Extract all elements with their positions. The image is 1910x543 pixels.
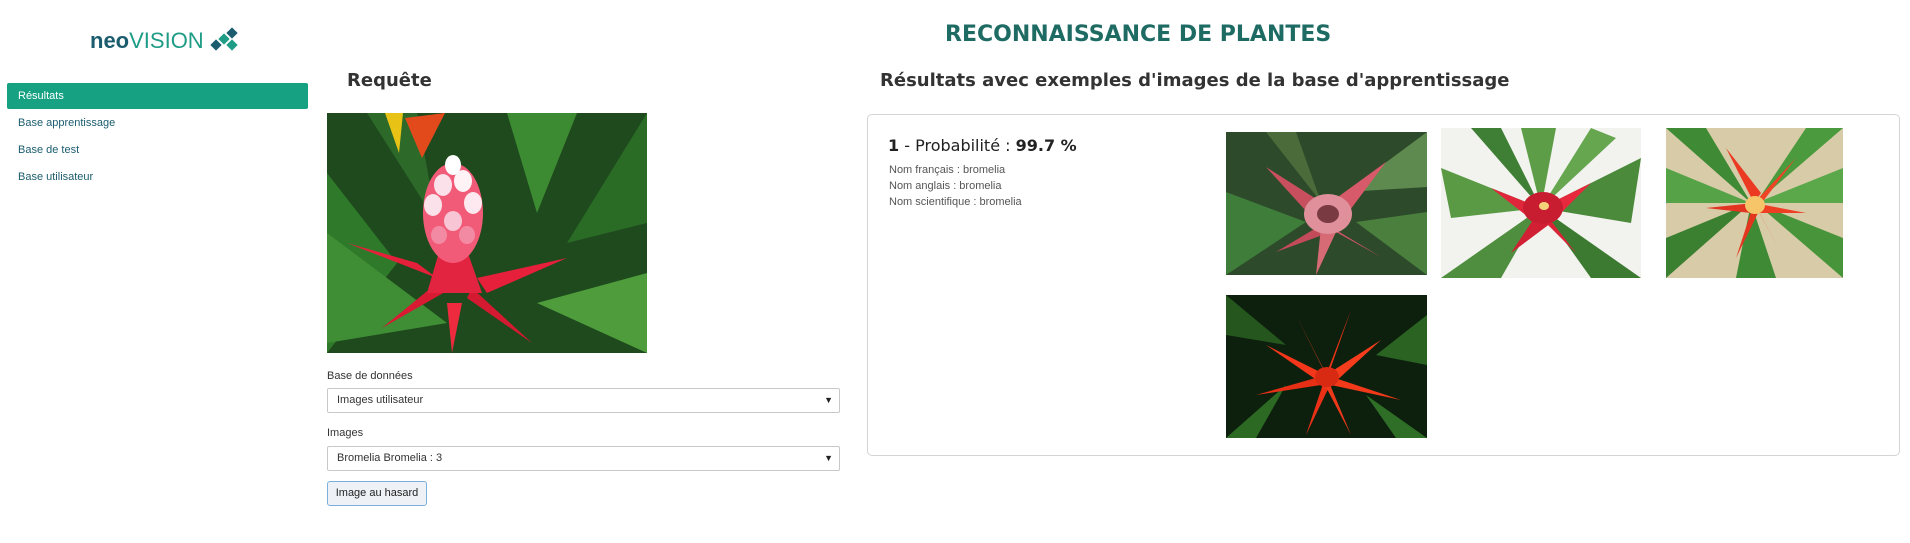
result-example-image — [1441, 128, 1641, 278]
chevron-down-icon: ▼ — [824, 453, 833, 463]
sidebar-item-base-de-test[interactable]: Base de test — [7, 137, 308, 164]
query-title: Requête — [347, 70, 432, 91]
logo-text: neoVISION — [90, 28, 204, 53]
database-select-value: Images utilisateur — [337, 394, 424, 406]
result-separator: - — [904, 136, 916, 155]
result-rank-line: 1 - Probabilité : 99.7 % — [888, 136, 1077, 155]
sidebar-item-base-apprentissage[interactable]: Base apprentissage — [7, 110, 308, 137]
result-rank: 1 — [888, 136, 900, 155]
query-image — [327, 113, 647, 353]
page-title: RECONNAISSANCE DE PLANTES — [945, 22, 1332, 47]
result-english-name: Nom anglais : bromelia — [889, 180, 1002, 192]
result-prob-label: Probabilité : — [915, 136, 1011, 155]
images-label: Images — [327, 427, 364, 439]
result-example-image — [1666, 128, 1843, 278]
images-select-value: Bromelia Bromelia : 3 — [337, 452, 443, 464]
random-image-button[interactable]: Image au hasard — [327, 481, 427, 506]
result-example-image — [1226, 132, 1427, 275]
images-select[interactable]: Bromelia Bromelia : 3 ▼ — [327, 446, 840, 471]
database-label: Base de données — [327, 370, 413, 382]
result-french-name: Nom français : bromelia — [889, 164, 1006, 176]
logo[interactable]: neoVISION — [90, 26, 238, 56]
chevron-down-icon: ▼ — [824, 395, 833, 405]
results-title: Résultats avec exemples d'images de la b… — [880, 70, 1510, 91]
database-select[interactable]: Images utilisateur ▼ — [327, 388, 840, 413]
result-scientific-name: Nom scientifique : bromelia — [889, 196, 1022, 208]
sidebar-item-resultats[interactable]: Résultats — [7, 83, 308, 109]
result-example-image — [1226, 295, 1427, 438]
sidebar-nav: Résultats Base apprentissage Base de tes… — [7, 83, 308, 191]
logo-mark-icon — [208, 27, 238, 53]
sidebar-item-base-utilisateur[interactable]: Base utilisateur — [7, 164, 308, 191]
result-prob-value: 99.7 % — [1015, 136, 1077, 155]
